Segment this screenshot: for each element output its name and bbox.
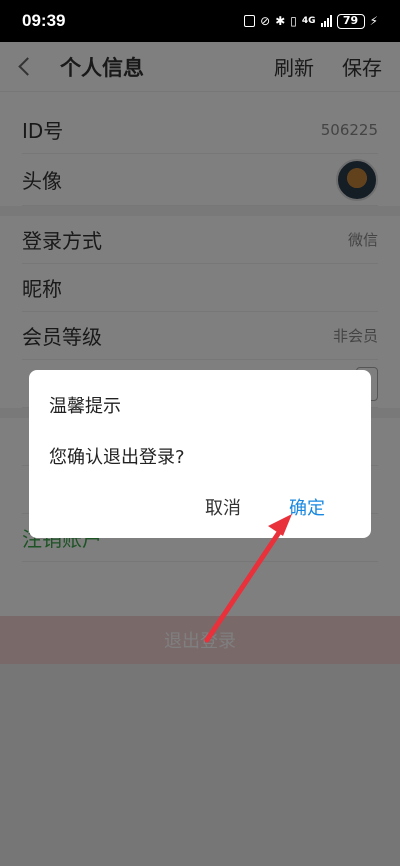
dialog-title: 温馨提示 — [49, 396, 121, 417]
mute-icon: ⊘ — [260, 14, 271, 28]
status-time: 09:39 — [22, 11, 66, 30]
battery-level: 79 — [336, 13, 365, 29]
dialog-message: 您确认退出登录? — [49, 447, 185, 468]
network-type: 4G — [301, 16, 316, 26]
signal-icon — [320, 15, 332, 27]
status-icons: ⊘ ✱ ▯ 4G 79 ⚡ — [244, 13, 378, 29]
bluetooth-icon: ✱ — [275, 14, 286, 28]
nfc-icon — [244, 15, 256, 27]
dialog-confirm-button[interactable]: 确定 — [289, 494, 325, 520]
charging-icon: ⚡ — [369, 14, 378, 28]
vibrate-icon: ▯ — [290, 14, 297, 28]
dialog-cancel-button[interactable]: 取消 — [205, 494, 241, 520]
confirm-dialog: 温馨提示 您确认退出登录? 取消 确定 — [29, 370, 371, 538]
status-bar: 09:39 ⊘ ✱ ▯ 4G 79 ⚡ — [0, 0, 400, 42]
